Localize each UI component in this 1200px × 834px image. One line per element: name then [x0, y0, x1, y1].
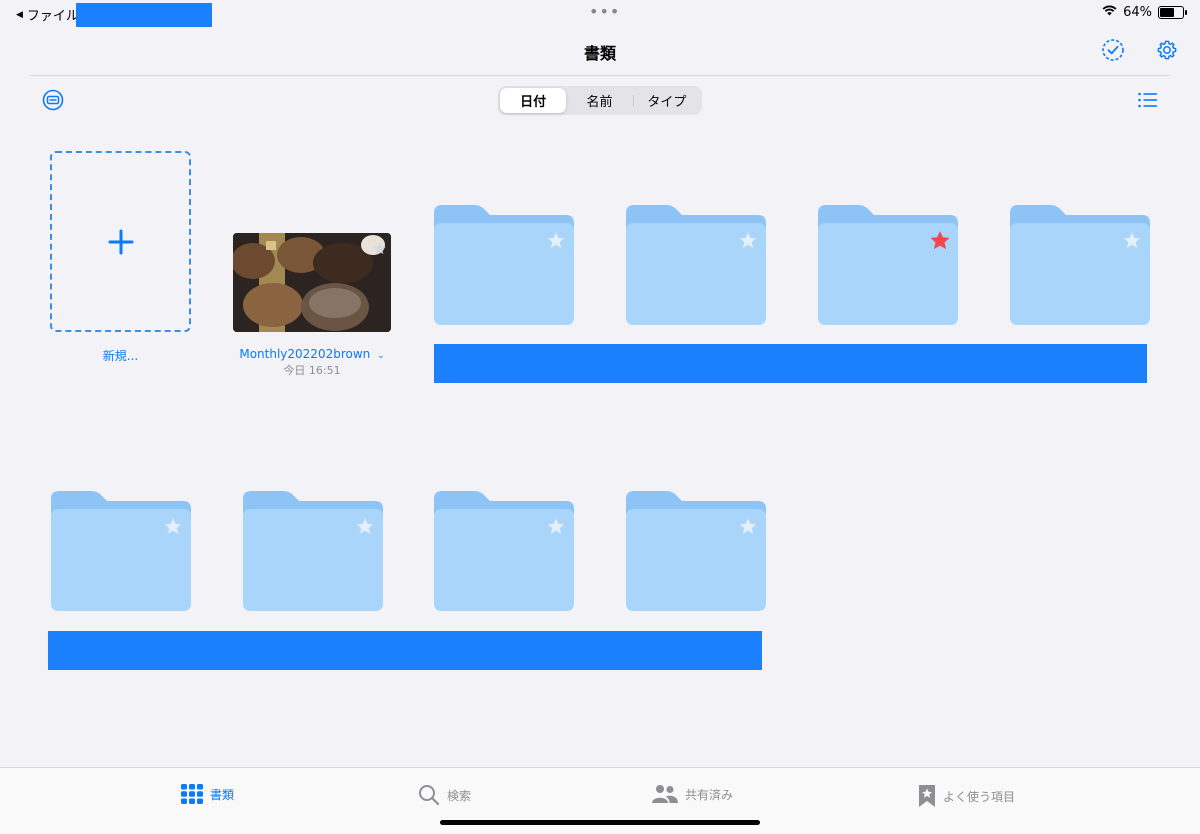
tab-documents[interactable]: 書類: [181, 784, 234, 804]
row1-folder-4[interactable]: [1010, 205, 1150, 325]
row2-folder-2[interactable]: [243, 491, 383, 611]
new-document-button[interactable]: [50, 151, 191, 332]
document-name[interactable]: Monthly202202brown ⌄: [233, 347, 391, 361]
battery-percent: 64%: [1123, 4, 1152, 20]
folder-icon: [818, 205, 958, 325]
document-name-text: Monthly202202brown: [239, 347, 371, 361]
document-date: 今日 16:51: [283, 364, 341, 377]
page-title: 書類: [583, 44, 616, 63]
people-icon: [652, 785, 678, 803]
tab-favorites-label: よく使う項目: [943, 789, 1016, 804]
back-arrow-icon: ◀: [16, 9, 23, 20]
row1-folder-1[interactable]: [434, 205, 574, 325]
folder-icon: [1010, 205, 1150, 325]
grid-icon: [181, 784, 203, 804]
folder-icon: [626, 491, 766, 611]
battery-icon: [1158, 5, 1187, 19]
tab-search-label: 検索: [447, 788, 472, 803]
redaction-bar-row1: [434, 344, 1147, 383]
wifi-icon: [1102, 4, 1117, 20]
sort-by-name[interactable]: 名前: [566, 88, 632, 113]
tab-search[interactable]: 検索: [418, 784, 471, 806]
tab-shared[interactable]: 共有済み: [652, 784, 733, 804]
list-view-icon[interactable]: [1136, 89, 1160, 111]
bread-photo-icon: [233, 233, 391, 332]
sort-by-type[interactable]: タイプ: [634, 88, 700, 113]
status-indicators: 64%: [1102, 4, 1187, 20]
chevron-down-icon[interactable]: ⌄: [377, 351, 385, 361]
search-icon: [419, 785, 440, 806]
home-indicator[interactable]: [440, 820, 760, 825]
settings-gear-icon[interactable]: [1155, 38, 1179, 62]
tab-favorites[interactable]: よく使う項目: [918, 784, 1015, 808]
new-document-label: 新規...: [102, 349, 139, 363]
plus-icon: [108, 229, 133, 254]
back-label: ファイル: [26, 9, 79, 24]
document-thumbnail[interactable]: [233, 233, 391, 332]
row1-folder-3[interactable]: [818, 205, 958, 325]
folder-icon: [51, 491, 191, 611]
folder-icon: [626, 205, 766, 325]
redaction-bar: [76, 3, 212, 27]
row2-folder-3[interactable]: [434, 491, 574, 611]
row2-folder-4[interactable]: [626, 491, 766, 611]
tab-shared-label: 共有済み: [685, 787, 734, 802]
header-divider: [30, 75, 1170, 76]
bookmark-star-icon: [919, 785, 935, 807]
row2-folder-1[interactable]: [51, 491, 191, 611]
folder-icon: [434, 205, 574, 325]
favorite-star-icon[interactable]: [372, 241, 387, 256]
folder-icon: [243, 491, 383, 611]
scan-document-icon[interactable]: [41, 88, 65, 112]
tab-documents-label: 書類: [210, 787, 235, 802]
redaction-bar-row2: [48, 631, 762, 670]
sort-by-date[interactable]: 日付: [500, 88, 567, 113]
folder-icon: [434, 491, 574, 611]
row1-folder-2[interactable]: [626, 205, 766, 325]
back-to-files[interactable]: ◀ ファイル: [16, 5, 79, 24]
select-checkmark-icon[interactable]: [1101, 38, 1125, 62]
multitasking-dots[interactable]: •••: [589, 2, 620, 21]
sort-segmented-control[interactable]: 日付 名前 タイプ: [498, 86, 702, 115]
